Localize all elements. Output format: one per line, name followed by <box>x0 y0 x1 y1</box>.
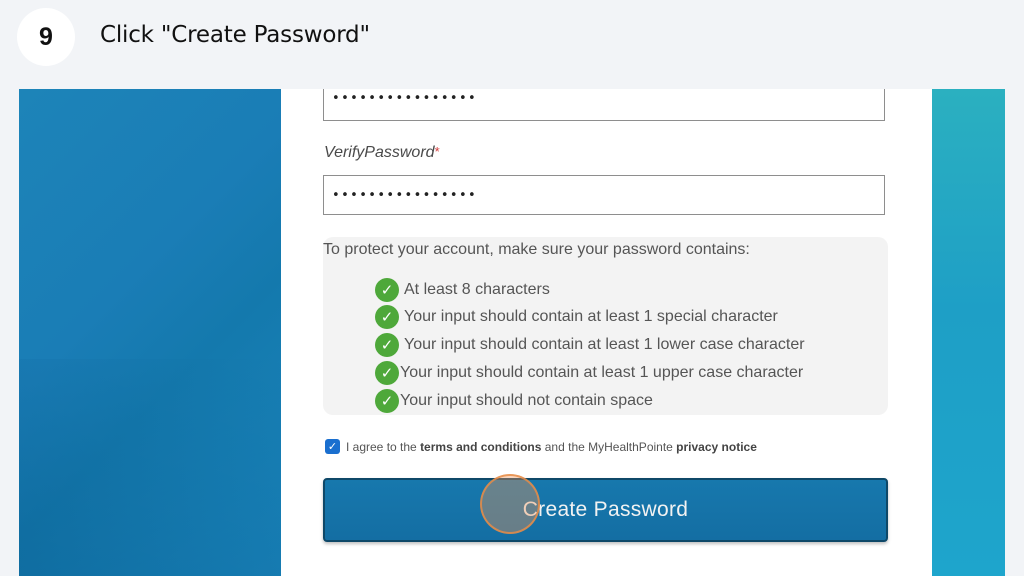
terms-link[interactable]: terms and conditions <box>420 440 541 454</box>
checkmark-icon: ✓ <box>327 441 338 453</box>
password-rule-text: Your input should contain at least 1 upp… <box>400 364 804 381</box>
password-rules-box: To protect your account, make sure your … <box>323 237 888 415</box>
password-rule: ✓ Your input should contain at least 1 u… <box>375 360 803 386</box>
agree-prefix: I agree to the <box>346 439 421 454</box>
verify-password-field[interactable]: •••••••••••••••• <box>323 175 885 215</box>
agree-checkbox[interactable]: ✓ <box>325 439 340 454</box>
required-marker: * <box>434 144 440 159</box>
password-rule: ✓ Your input should contain at least 1 s… <box>375 304 778 330</box>
password-rule-text: Your input should contain at least 1 spe… <box>404 308 778 325</box>
password-rules-intro: To protect your account, make sure your … <box>323 241 750 258</box>
background-right <box>932 89 1005 576</box>
check-circle-icon: ✓ <box>375 389 399 413</box>
password-rule-text: Your input should not contain space <box>400 392 653 409</box>
check-circle-icon: ✓ <box>375 305 399 329</box>
agree-row: ✓ I agree to the terms and conditions an… <box>325 439 757 454</box>
check-circle-icon: ✓ <box>375 333 399 357</box>
check-circle-icon: ✓ <box>375 361 399 385</box>
step-header: 9 Click "Create Password" <box>0 0 1024 88</box>
password-rule: ✓ Your input should not contain space <box>375 388 653 414</box>
verify-password-label-text: VerifyPassword <box>324 144 435 161</box>
screenshot-frame: •••••••••••••••• VerifyPassword* •••••••… <box>19 89 1005 576</box>
create-password-button[interactable]: Create Password <box>323 478 888 542</box>
background-left-shade <box>19 359 281 576</box>
password-rule-text: Your input should contain at least 1 low… <box>404 336 805 353</box>
step-instruction: Click "Create Password" <box>100 22 370 48</box>
password-rule-text: At least 8 characters <box>404 281 550 298</box>
step-number-badge: 9 <box>17 8 75 66</box>
password-rule: ✓ At least 8 characters <box>375 277 550 303</box>
privacy-notice-link[interactable]: privacy notice <box>676 440 757 454</box>
create-password-panel: •••••••••••••••• VerifyPassword* •••••••… <box>281 89 932 576</box>
agree-middle: and the MyHealthPointe <box>541 439 677 454</box>
check-circle-icon: ✓ <box>375 278 399 302</box>
verify-password-label: VerifyPassword* <box>324 144 440 162</box>
password-rule: ✓ Your input should contain at least 1 l… <box>375 332 805 358</box>
click-indicator <box>480 474 540 534</box>
password-field[interactable]: •••••••••••••••• <box>323 89 885 121</box>
